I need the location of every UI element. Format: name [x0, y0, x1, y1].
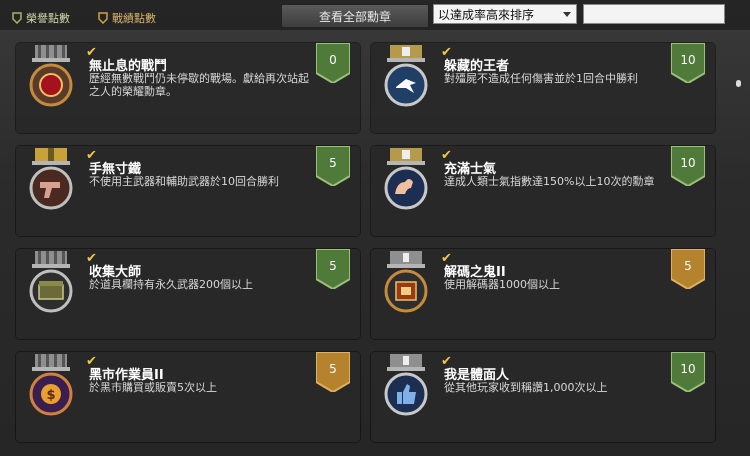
achievement-card[interactable]: ✔ 我是體面人 從其他玩家收到稱讚1,000次以上 10 [371, 351, 715, 442]
scrollbar-thumb[interactable] [736, 80, 741, 87]
points-value: 0 [329, 53, 337, 67]
points-value: 10 [680, 156, 696, 170]
achievement-card[interactable]: ✔ 收集大師 於道具欄持有永久武器200個以上 5 [16, 248, 360, 339]
honor-points-label: 榮譽點數 [26, 12, 70, 25]
combat-points-filter[interactable]: 戰績點數 [98, 10, 156, 26]
achievement-card[interactable]: ✔ 無止息的戰鬥 歷經無數戰鬥仍未停歇的戰場。獻給再次站起之人的榮耀勳章。 0 [16, 42, 360, 133]
points-value: 10 [680, 53, 696, 67]
svg-text:$: $ [46, 388, 55, 403]
achievement-card[interactable]: ✔ 充滿士氣 達成人類士氣指數達150%以上10次的勳章 10 [371, 145, 715, 236]
coin-icon: $ [29, 354, 73, 416]
top-bar: 榮譽點數 戰績點數 查看全部勳章 以達成率高來排序 [0, 0, 750, 30]
sort-dropdown[interactable]: 以達成率高來排序 [433, 4, 577, 24]
points-badge: 10 [670, 351, 706, 394]
achievement-desc: 對殭屍不造成任何傷害並於1回合中勝利 [444, 72, 638, 85]
points-value: 5 [329, 259, 337, 273]
achievement-card[interactable]: ✔ 解碼之鬼II 使用解碼器1000個以上 5 [371, 248, 715, 339]
points-badge: 10 [670, 145, 706, 188]
points-badge: 5 [315, 248, 351, 291]
achievement-card[interactable]: ✔ 躲藏的王者 對殭屍不造成任何傷害並於1回合中勝利 10 [371, 42, 715, 133]
achievement-desc: 使用解碼器1000個以上 [444, 278, 560, 291]
points-badge: 5 [315, 351, 351, 394]
achievement-desc: 不使用主武器和輔助武器於10回合勝利 [89, 175, 279, 188]
points-badge: 10 [670, 42, 706, 85]
achievement-card[interactable]: ✔ 手無寸鐵 不使用主武器和輔助武器於10回合勝利 5 [16, 145, 360, 236]
points-badge: 5 [670, 248, 706, 291]
points-value: 10 [680, 362, 696, 376]
green-shield-icon [12, 12, 22, 24]
dove-icon [384, 45, 428, 107]
achievement-desc: 於道具欄持有永久武器200個以上 [89, 278, 253, 291]
crate-icon [29, 251, 73, 313]
combat-points-label: 戰績點數 [112, 12, 156, 25]
chip-icon [384, 251, 428, 313]
pistol-icon [29, 148, 73, 210]
achievement-desc: 於黑市購買或販賣5次以上 [89, 381, 217, 394]
points-value: 5 [329, 156, 337, 170]
points-value: 5 [684, 259, 692, 273]
search-input[interactable] [583, 4, 725, 24]
points-badge: 5 [315, 145, 351, 188]
view-all-medals-button[interactable]: 查看全部勳章 [281, 4, 429, 28]
points-badge: 0 [315, 42, 351, 85]
gold-shield-icon [98, 12, 108, 24]
honor-points-filter[interactable]: 榮譽點數 [12, 10, 70, 26]
points-value: 5 [329, 362, 337, 376]
achievement-card[interactable]: $ ✔ 黑市作業員II 於黑市購買或販賣5次以上 5 [16, 351, 360, 442]
muscle-icon [384, 148, 428, 210]
achievement-desc: 達成人類士氣指數達150%以上10次的勳章 [444, 175, 655, 188]
achievement-desc: 歷經無數戰鬥仍未停歇的戰場。獻給再次站起之人的榮耀勳章。 [89, 72, 309, 98]
scrollbar[interactable] [731, 32, 745, 452]
thumbs-up-icon [384, 354, 428, 416]
achievement-desc: 從其他玩家收到稱讚1,000次以上 [444, 381, 608, 394]
chevron-down-icon [563, 12, 571, 17]
red-orb-icon [29, 45, 73, 107]
sort-selected-value: 以達成率高來排序 [438, 7, 535, 22]
